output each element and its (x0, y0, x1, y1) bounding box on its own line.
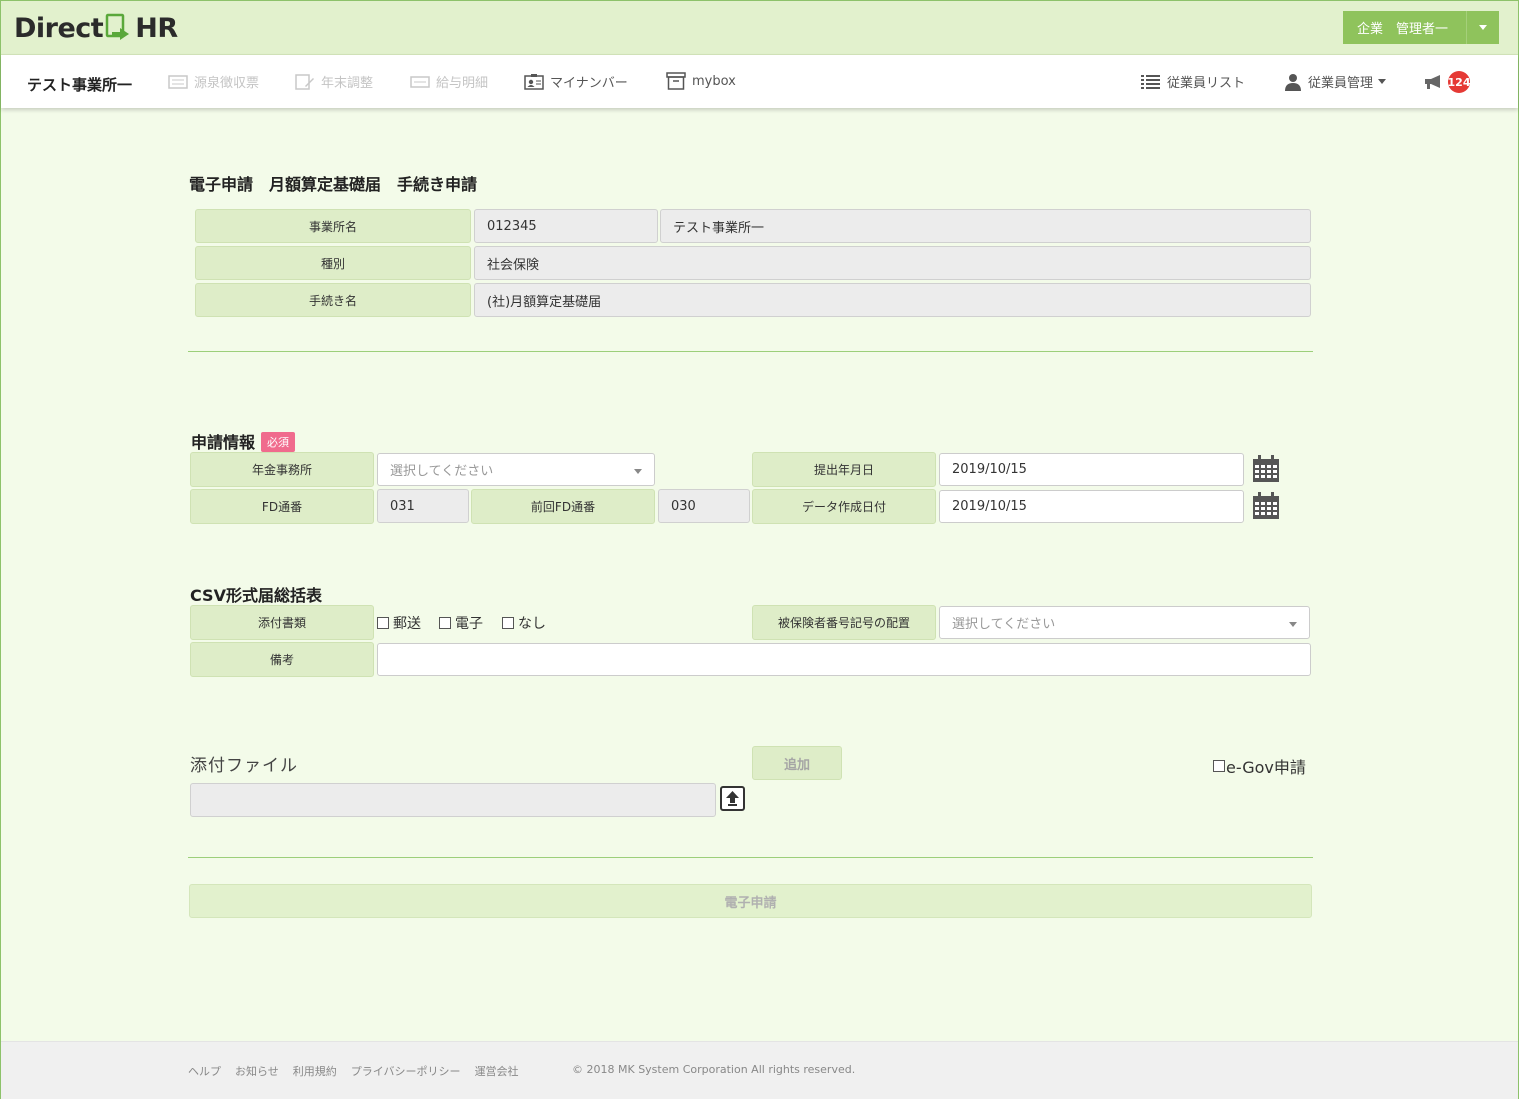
office-name[interactable]: テスト事業所一 (27, 74, 132, 95)
data-date-input[interactable]: 2019/10/15 (939, 490, 1244, 523)
office-name-value: テスト事業所一 (660, 209, 1311, 243)
checkbox-electronic[interactable]: 電子 (439, 613, 483, 633)
notes-input[interactable] (377, 643, 1311, 676)
nav-item-mybox[interactable]: mybox (666, 72, 736, 90)
receipt-icon (168, 74, 188, 89)
pension-office-label: 年金事務所 (190, 452, 374, 487)
nav-item-label: 年末調整 (321, 76, 374, 91)
nav-item-label: 源泉徴収票 (194, 76, 260, 91)
procedure-label: 手続き名 (195, 283, 471, 317)
nav-bar: テスト事業所一 源泉徴収票 年末調整 給与明細 マイナンバー mybox 従業員… (1, 55, 1518, 108)
chevron-down-icon[interactable] (1466, 11, 1499, 44)
previous-fd-number-label: 前回FD通番 (471, 489, 655, 524)
nav-item-year-end[interactable]: 年末調整 (295, 72, 373, 91)
divider (188, 857, 1313, 858)
insured-placement-select[interactable]: 選択してください (939, 606, 1310, 639)
required-badge: 必須 (261, 432, 296, 452)
insured-placement-label: 被保険者番号記号の配置 (752, 605, 936, 640)
logo-mark-icon (105, 13, 130, 40)
page-title: 電子申請 月額算定基礎届 手続き申請 (189, 175, 478, 194)
checkbox-label: 郵送 (393, 616, 421, 632)
previous-fd-number-value: 030 (658, 489, 750, 523)
logo-text-direct: Direct (14, 12, 104, 44)
upload-button[interactable] (720, 786, 745, 811)
user-icon (1285, 73, 1301, 91)
footer-links: ヘルプ お知らせ 利用規約 プライバシーポリシー 運営会社 (188, 1063, 533, 1079)
type-value: 社会保険 (474, 246, 1311, 280)
fd-number-label: FD通番 (190, 489, 374, 524)
checkbox-none[interactable]: なし (502, 613, 546, 633)
logo[interactable]: Direct HR (14, 10, 178, 46)
nav-item-employee-list[interactable]: 従業員リスト (1141, 72, 1245, 91)
procedure-value: (社)月額算定基礎届 (474, 283, 1311, 317)
add-button[interactable]: 追加 (752, 746, 842, 780)
data-date-label: データ作成日付 (752, 489, 936, 524)
select-placeholder: 選択してください (390, 464, 494, 479)
megaphone-icon (1425, 75, 1440, 89)
checkbox-box[interactable] (502, 617, 514, 629)
chevron-down-icon (1289, 622, 1297, 627)
nav-item-label: mybox (692, 73, 736, 89)
type-label: 種別 (195, 246, 471, 280)
calendar-icon[interactable] (1252, 492, 1280, 520)
nav-item-withholding[interactable]: 源泉徴収票 (168, 72, 259, 91)
electronic-submit-button[interactable]: 電子申請 (189, 884, 1312, 918)
submit-date-input[interactable]: 2019/10/15 (939, 453, 1244, 486)
divider (188, 351, 1313, 352)
user-menu-label: 企業 管理者一 (1357, 22, 1449, 37)
calendar-icon[interactable] (1252, 455, 1280, 483)
submit-date-label: 提出年月日 (752, 452, 936, 487)
logo-text-hr: HR (135, 12, 178, 44)
footer-link-privacy[interactable]: プライバシーポリシー (351, 1063, 461, 1079)
checkbox-label: 電子 (455, 616, 483, 632)
nav-item-label: 従業員リスト (1167, 76, 1246, 91)
list-icon (1141, 74, 1160, 89)
checkbox-label: e-Gov申請 (1226, 758, 1306, 777)
office-label: 事業所名 (195, 209, 471, 243)
notes-label: 備考 (190, 642, 374, 677)
checkbox-label: なし (518, 616, 546, 632)
office-code: 012345 (474, 209, 658, 243)
pension-office-select[interactable]: 選択してください (377, 453, 655, 486)
checkbox-mail[interactable]: 郵送 (377, 613, 421, 633)
file-path-field[interactable] (190, 783, 716, 817)
edit-document-icon (295, 73, 314, 90)
upload-arrow-icon (726, 791, 739, 806)
attachment-title: 添付ファイル (190, 756, 298, 776)
checkbox-box[interactable] (377, 617, 389, 629)
user-menu-button[interactable]: 企業 管理者一 (1343, 11, 1499, 44)
application-section-title: 申請情報 必須 (191, 429, 296, 453)
notifications-button[interactable]: 124 (1424, 71, 1470, 93)
copyright: © 2018 MK System Corporation All rights … (572, 1063, 856, 1076)
chevron-down-icon (634, 469, 642, 474)
archive-box-icon (666, 72, 686, 90)
nav-item-label: 給与明細 (436, 76, 489, 91)
section-title-text: 申請情報 (191, 433, 256, 452)
chevron-down-icon (1378, 79, 1387, 84)
attachment-docs-label: 添付書類 (190, 605, 374, 640)
payslip-icon (410, 75, 430, 88)
footer-link-help[interactable]: ヘルプ (188, 1063, 221, 1079)
fd-number-value: 031 (377, 489, 469, 523)
nav-item-mynumber[interactable]: マイナンバー (524, 72, 628, 91)
notification-badge: 124 (1448, 71, 1470, 93)
select-placeholder: 選択してください (952, 617, 1056, 632)
egov-checkbox[interactable]: e-Gov申請 (1213, 754, 1306, 778)
footer-link-news[interactable]: お知らせ (235, 1063, 279, 1079)
top-bar: Direct HR 企業 管理者一 (1, 1, 1518, 55)
nav-item-label: 従業員管理 (1308, 76, 1374, 91)
nav-item-label: マイナンバー (550, 76, 628, 91)
id-card-icon (524, 73, 544, 90)
footer-link-company[interactable]: 運営会社 (475, 1063, 519, 1079)
checkbox-box[interactable] (439, 617, 451, 629)
nav-item-employee-management[interactable]: 従業員管理 (1284, 72, 1387, 91)
footer: ヘルプ お知らせ 利用規約 プライバシーポリシー 運営会社 © 2018 MK … (1, 1041, 1518, 1099)
csv-section-title: CSV形式届総括表 (190, 586, 322, 605)
nav-item-payslip[interactable]: 給与明細 (410, 72, 488, 91)
footer-link-terms[interactable]: 利用規約 (293, 1063, 337, 1079)
checkbox-box[interactable] (1213, 760, 1225, 772)
